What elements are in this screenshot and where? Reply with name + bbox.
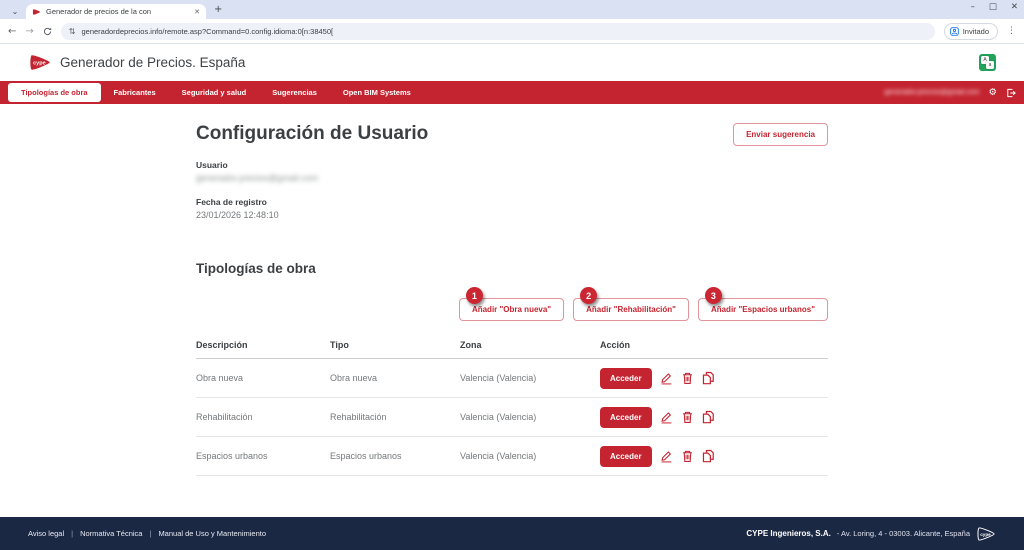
nav-item-openbim[interactable]: Open BIM Systems xyxy=(330,88,424,97)
step-badge-2: 2 xyxy=(580,287,598,304)
col-header-tipo: Tipo xyxy=(330,333,460,359)
cell-descripcion: Rehabilitación xyxy=(196,397,330,437)
col-header-descripcion: Descripción xyxy=(196,333,330,359)
add-buttons-row: 1 Añadir "Obra nueva" 2 Añadir "Rehabili… xyxy=(196,287,828,321)
cype-favicon-icon xyxy=(32,8,41,16)
cell-tipo: Espacios urbanos xyxy=(330,436,460,476)
edit-pencil-icon[interactable] xyxy=(660,410,673,424)
site-title: Generador de Precios. España xyxy=(60,55,246,70)
main-navigation: Tipologías de obra Fabricantes Seguridad… xyxy=(0,81,1024,104)
footer-link-normativa[interactable]: Normativa Técnica xyxy=(80,529,142,538)
window-maximize-button[interactable]: □ xyxy=(989,2,997,12)
cype-logo-icon: cype xyxy=(28,53,52,72)
browser-tab[interactable]: Generador de precios de la con ✕ xyxy=(26,4,206,19)
delete-trash-icon[interactable] xyxy=(681,371,694,385)
delete-trash-icon[interactable] xyxy=(681,410,694,424)
logout-icon[interactable] xyxy=(1006,88,1016,98)
registration-date-value: 23/01/2026 12:48:10 xyxy=(196,210,279,220)
browser-toolbar: ← → ⇅ generadordeprecios.info/remote.asp… xyxy=(0,19,1024,44)
delete-trash-icon[interactable] xyxy=(681,449,694,463)
footer-address: - Av. Loring, 4 - 03003. Alicante, Españ… xyxy=(836,529,970,538)
cell-descripcion: Obra nueva xyxy=(196,358,330,398)
tipologias-table: Descripción Tipo Zona Acción Obra nueva … xyxy=(196,333,828,476)
footer-separator: | xyxy=(149,529,152,538)
window-close-button[interactable]: ✕ xyxy=(1011,2,1018,12)
acceder-button[interactable]: Acceder xyxy=(600,406,652,428)
site-info-icon[interactable]: ⇅ xyxy=(69,27,76,36)
page-title: Configuración de Usuario xyxy=(196,123,429,144)
nav-item-sugerencias[interactable]: Sugerencias xyxy=(259,88,330,97)
table-row: Obra nueva Obra nueva Valencia (Valencia… xyxy=(196,358,828,398)
cype-footer-logo-icon: cype xyxy=(976,526,996,542)
footer-company: CYPE Ingenieros, S.A. xyxy=(746,529,831,538)
nav-item-tipologias[interactable]: Tipologías de obra xyxy=(8,83,101,102)
svg-text:cype: cype xyxy=(980,531,991,536)
language-translate-icon[interactable]: A a xyxy=(979,54,996,71)
cell-tipo: Obra nueva xyxy=(330,358,460,398)
page-content: Configuración de Usuario Enviar sugerenc… xyxy=(196,123,828,476)
duplicate-copy-icon[interactable] xyxy=(702,371,715,385)
guest-avatar-icon xyxy=(949,26,959,36)
site-header: cype Generador de Precios. España A a xyxy=(0,44,1024,81)
acceder-button[interactable]: Acceder xyxy=(600,367,652,389)
edit-pencil-icon[interactable] xyxy=(660,371,673,385)
user-value-blurred: generador.precios@gmail.com xyxy=(196,173,319,183)
back-icon[interactable]: ← xyxy=(8,26,16,37)
footer-separator: | xyxy=(71,529,74,538)
acceder-button[interactable]: Acceder xyxy=(600,445,652,467)
step-badge-3: 3 xyxy=(704,287,722,304)
duplicate-copy-icon[interactable] xyxy=(702,449,715,463)
step-badge-1: 1 xyxy=(465,287,483,304)
section-title-tipologias: Tipologías de obra xyxy=(196,261,316,276)
site-footer: Aviso legal | Normativa Técnica | Manual… xyxy=(0,517,1024,550)
col-header-zona: Zona xyxy=(460,333,600,359)
profile-button[interactable]: Invitado xyxy=(943,22,998,40)
svg-text:cype: cype xyxy=(33,61,46,67)
duplicate-copy-icon[interactable] xyxy=(702,410,715,424)
footer-link-aviso-legal[interactable]: Aviso legal xyxy=(28,529,64,538)
settings-gear-icon[interactable]: ⚙ xyxy=(988,87,997,98)
footer-link-manual[interactable]: Manual de Uso y Mantenimiento xyxy=(158,529,266,538)
browser-chrome: ⌄ Generador de precios de la con ✕ + – □… xyxy=(0,0,1024,44)
url-text[interactable]: generadordeprecios.info/remote.asp?Comma… xyxy=(81,27,333,36)
tab-strip: ⌄ Generador de precios de la con ✕ + – □… xyxy=(0,0,1024,19)
col-header-accion: Acción xyxy=(600,333,828,359)
cell-zona: Valencia (Valencia) xyxy=(460,436,600,476)
edit-pencil-icon[interactable] xyxy=(660,449,673,463)
profile-label: Invitado xyxy=(962,26,989,36)
url-bar[interactable]: ⇅ generadordeprecios.info/remote.asp?Com… xyxy=(60,22,935,40)
forward-icon[interactable]: → xyxy=(25,26,33,37)
tab-search-icon[interactable]: ⌄ xyxy=(6,4,24,19)
cell-tipo: Rehabilitación xyxy=(330,397,460,437)
send-suggestion-button[interactable]: Enviar sugerencia xyxy=(733,123,828,146)
tab-title: Generador de precios de la con xyxy=(46,7,152,16)
nav-item-fabricantes[interactable]: Fabricantes xyxy=(101,88,169,97)
reload-icon[interactable] xyxy=(43,27,52,36)
user-label: Usuario xyxy=(196,160,228,170)
table-row: Rehabilitación Rehabilitación Valencia (… xyxy=(196,397,828,437)
registration-date-label: Fecha de registro xyxy=(196,197,267,207)
cell-descripcion: Espacios urbanos xyxy=(196,436,330,476)
new-tab-button[interactable]: + xyxy=(214,4,222,15)
user-email-blurred: generador.precios@gmail.com xyxy=(884,89,980,96)
tab-close-icon[interactable]: ✕ xyxy=(194,8,200,16)
window-minimize-button[interactable]: – xyxy=(971,2,975,12)
cell-zona: Valencia (Valencia) xyxy=(460,397,600,437)
table-row: Espacios urbanos Espacios urbanos Valenc… xyxy=(196,436,828,476)
browser-menu-icon[interactable]: ⋮ xyxy=(1007,26,1016,36)
cell-zona: Valencia (Valencia) xyxy=(460,358,600,398)
nav-item-seguridad[interactable]: Seguridad y salud xyxy=(169,88,260,97)
